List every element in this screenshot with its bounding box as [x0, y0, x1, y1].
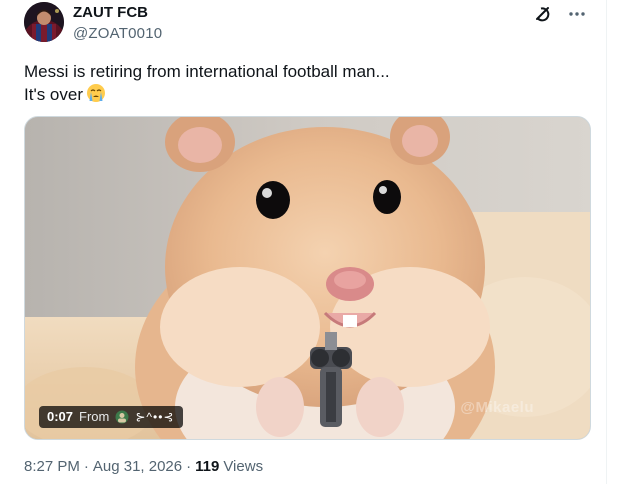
tweet-card: ZAUT FCB @ZOAT0010 Messi is retiring fro…: [0, 0, 607, 484]
tweet-line-1: Messi is retiring from international foo…: [24, 62, 390, 81]
tweet-date[interactable]: Aug 31, 2026: [93, 457, 182, 477]
top-actions: [532, 3, 588, 25]
user-handle[interactable]: @ZOAT0010: [73, 24, 162, 44]
video-media[interactable]: 0:07 From ⊱^••⊰ @Mikaelu: [24, 116, 591, 440]
tweet-text: Messi is retiring from international foo…: [24, 60, 584, 106]
video-from-label: From: [79, 409, 110, 424]
tweet-time[interactable]: 8:27 PM: [24, 457, 80, 477]
video-thumbnail: [25, 117, 590, 439]
views-label: Views: [223, 458, 264, 475]
avatar[interactable]: [24, 2, 64, 42]
meta-separator-2: ·: [186, 458, 192, 475]
tweet-meta: 8:27 PM · Aug 31, 2026 · 119 Views: [24, 457, 263, 477]
source-avatar-icon: [115, 410, 129, 424]
more-icon: [569, 12, 585, 16]
tweet-line-2-text: It's over: [24, 85, 83, 104]
avatar-image: [24, 2, 64, 42]
video-watermark: @Mikaelu: [460, 399, 534, 416]
views-count: 119: [195, 458, 220, 475]
more-button[interactable]: [566, 3, 588, 25]
grok-button[interactable]: [532, 3, 554, 25]
meta-separator: ·: [83, 458, 89, 475]
author-block: ZAUT FCB @ZOAT0010: [73, 4, 162, 44]
video-info-pill: 0:07 From ⊱^••⊰: [39, 406, 183, 428]
video-source-name[interactable]: ⊱^••⊰: [135, 406, 174, 428]
display-name[interactable]: ZAUT FCB: [73, 4, 162, 22]
grok-icon: [536, 7, 550, 22]
loudly-crying-face-emoji: [87, 84, 105, 102]
video-duration: 0:07: [47, 409, 74, 424]
tweet-line-2: It's over: [24, 83, 584, 106]
